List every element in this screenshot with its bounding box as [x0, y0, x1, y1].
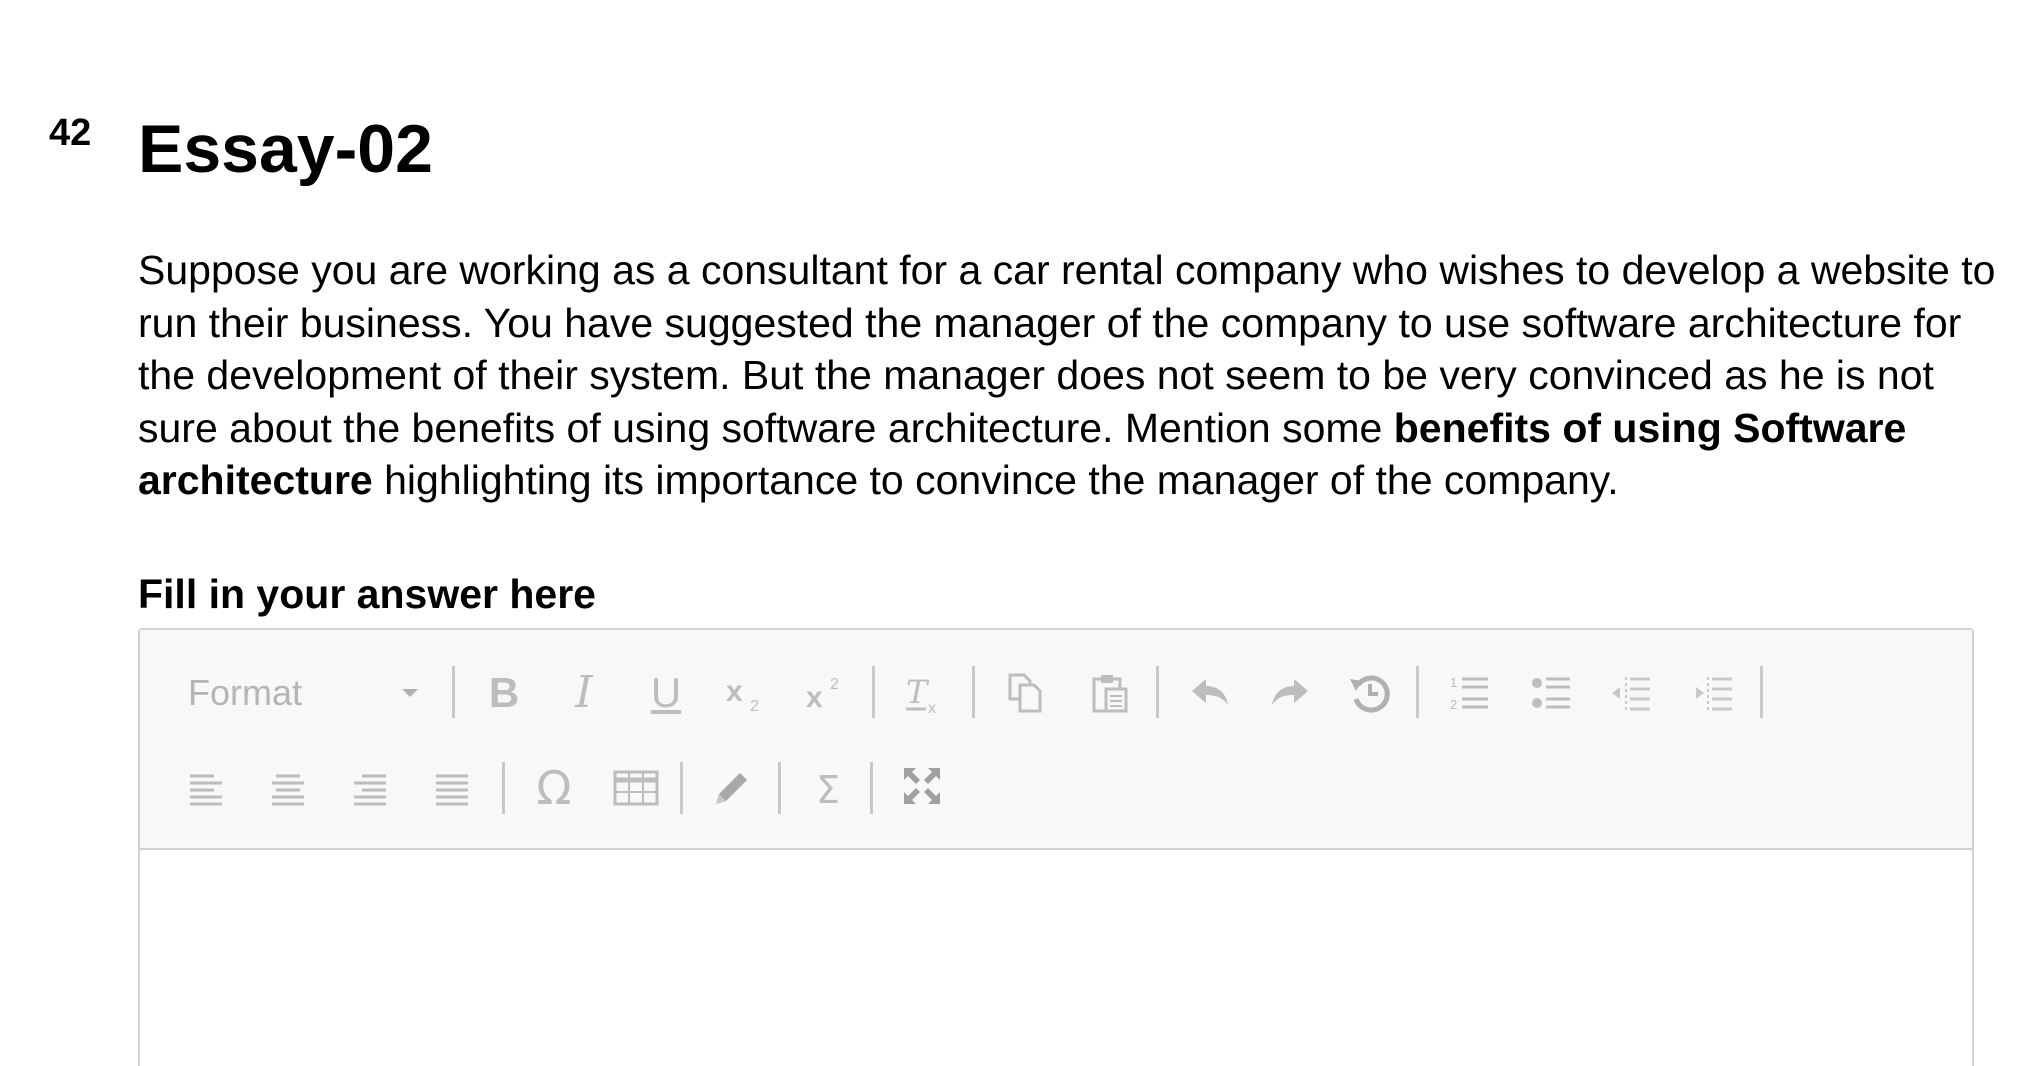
format-dropdown-label: Format: [188, 672, 303, 713]
question-text-part2: highlighting its importance to convince …: [372, 457, 1619, 503]
copy-icon: [1008, 673, 1042, 713]
bulleted-list-button[interactable]: [1522, 663, 1582, 723]
redo-icon: [1272, 679, 1308, 705]
undo-button[interactable]: [1180, 663, 1240, 723]
align-right-button[interactable]: [340, 758, 400, 818]
sigma-icon: Σ: [815, 768, 840, 812]
pencil-button[interactable]: [702, 758, 762, 818]
subscript-button[interactable]: x2: [716, 663, 776, 723]
fullscreen-button[interactable]: [892, 756, 952, 816]
increase-indent-icon: [1696, 677, 1732, 711]
toolbar-separator: [872, 666, 875, 718]
justify-icon: [436, 774, 468, 806]
toolbar-separator: [1416, 666, 1419, 718]
question-text: Suppose you are working as a consultant …: [138, 244, 2008, 507]
answer-text-area[interactable]: [140, 850, 1972, 1066]
decrease-indent-icon: [1612, 677, 1650, 711]
justify-button[interactable]: [422, 758, 482, 818]
increase-indent-button[interactable]: [1684, 663, 1744, 723]
paste-button[interactable]: [1080, 663, 1140, 723]
svg-text:x: x: [928, 700, 936, 715]
superscript-icon: x2: [806, 676, 839, 714]
history-button[interactable]: [1340, 663, 1400, 723]
special-character-button[interactable]: Ω: [524, 758, 584, 818]
fullscreen-icon: [904, 768, 940, 804]
italic-icon: I: [575, 667, 593, 718]
toolbar-separator: [870, 762, 873, 814]
rich-text-editor: Format B I U x2 x2 Tx 1 2 Ω Σ: [138, 628, 1974, 1066]
bold-icon: B: [488, 669, 520, 716]
table-button[interactable]: [606, 758, 666, 818]
format-dropdown[interactable]: Format: [188, 665, 428, 721]
special-character-icon: Ω: [536, 761, 572, 815]
pencil-icon: [716, 773, 747, 804]
numbered-list-icon: 12: [1450, 675, 1488, 712]
underline-button[interactable]: U: [636, 663, 696, 723]
sigma-button[interactable]: Σ: [798, 760, 858, 820]
svg-text:2: 2: [1450, 697, 1457, 712]
remove-format-icon: Tx: [906, 673, 936, 715]
toolbar-separator: [502, 762, 505, 814]
chevron-down-icon: [402, 689, 418, 697]
toolbar-separator: [1156, 666, 1159, 718]
svg-text:x: x: [726, 675, 743, 708]
svg-text:1: 1: [1450, 675, 1457, 690]
copy-button[interactable]: [996, 663, 1056, 723]
align-left-icon: [190, 774, 222, 806]
editor-toolbar: Format B I U x2 x2 Tx 1 2 Ω Σ: [140, 630, 1972, 850]
svg-text:x: x: [806, 681, 823, 714]
question-number: 42: [49, 112, 92, 154]
undo-icon: [1192, 679, 1228, 705]
numbered-list-button[interactable]: 12: [1440, 663, 1500, 723]
remove-format-button[interactable]: Tx: [894, 663, 954, 723]
toolbar-separator: [778, 762, 781, 814]
svg-text:2: 2: [750, 698, 759, 715]
toolbar-separator: [972, 666, 975, 718]
bulleted-list-icon: [1532, 677, 1570, 709]
redo-button[interactable]: [1260, 663, 1320, 723]
align-left-button[interactable]: [176, 758, 236, 818]
align-right-icon: [354, 774, 386, 806]
italic-button[interactable]: I: [554, 663, 614, 723]
align-center-icon: [272, 774, 304, 806]
toolbar-separator: [452, 666, 455, 718]
toolbar-separator: [680, 762, 683, 814]
svg-text:2: 2: [830, 676, 839, 693]
align-center-button[interactable]: [258, 758, 318, 818]
toolbar-separator: [1760, 666, 1763, 718]
question-page: 42 Essay-02 Suppose you are working as a…: [0, 0, 2038, 1066]
underline-icon: U: [650, 669, 682, 716]
paste-icon: [1092, 675, 1128, 713]
history-icon: [1350, 675, 1390, 713]
decrease-indent-button[interactable]: [1602, 663, 1662, 723]
question-title: Essay-02: [138, 111, 433, 187]
superscript-button[interactable]: x2: [796, 663, 856, 723]
table-icon: [613, 770, 659, 806]
svg-text:T: T: [906, 673, 930, 711]
answer-label: Fill in your answer here: [138, 571, 596, 617]
subscript-icon: x2: [726, 675, 759, 715]
bold-button[interactable]: B: [474, 663, 534, 723]
